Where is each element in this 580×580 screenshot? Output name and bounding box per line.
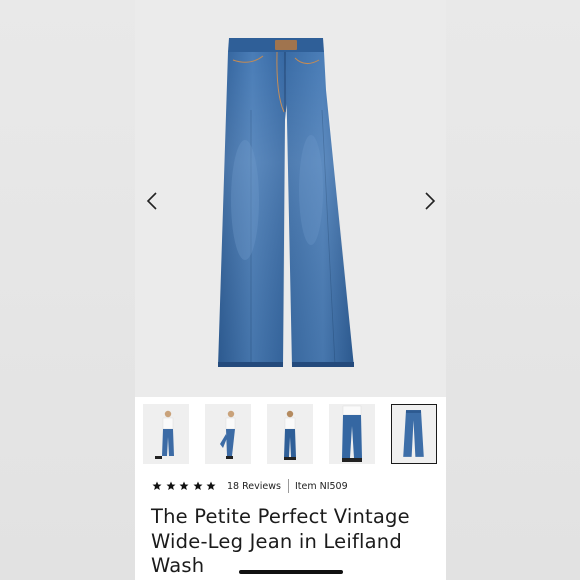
thumb-model-side[interactable] [205, 404, 251, 464]
star-icon [166, 481, 175, 490]
star-icon [179, 481, 189, 490]
background-left [0, 0, 135, 580]
star-icon [193, 481, 202, 490]
thumb-model-back[interactable] [267, 404, 313, 464]
gallery-prev-button[interactable] [141, 188, 163, 214]
model-detail-image [342, 405, 362, 462]
thumbnail-strip [135, 404, 446, 466]
star-icon [152, 481, 162, 490]
thumb-flat-lay[interactable] [391, 404, 437, 464]
star-rating[interactable] [152, 481, 216, 491]
chevron-left-icon [146, 192, 157, 210]
home-indicator [239, 570, 343, 574]
thumb-model-front[interactable] [143, 404, 189, 464]
gallery-next-button[interactable] [419, 188, 441, 214]
model-back-image [284, 410, 296, 460]
product-title: The Petite Perfect Vintage Wide-Leg Jean… [151, 505, 410, 577]
thumb-model-detail[interactable] [329, 404, 375, 464]
product-image-gallery[interactable] [135, 0, 446, 397]
model-side-image [220, 410, 236, 459]
item-number: Item NI509 [294, 480, 348, 492]
chevron-right-icon [425, 192, 436, 210]
divider [287, 479, 289, 493]
rating-row: 18 Reviews Item NI509 [152, 477, 442, 495]
model-front-image [155, 410, 174, 459]
background-right [446, 0, 580, 580]
reviews-link[interactable]: 18 Reviews [227, 481, 281, 492]
product-page: 18 Reviews Item NI509 The Petite Perfect… [135, 0, 446, 580]
product-main-image [218, 38, 354, 367]
flat-lay-image [403, 410, 424, 457]
star-icon [206, 481, 216, 490]
